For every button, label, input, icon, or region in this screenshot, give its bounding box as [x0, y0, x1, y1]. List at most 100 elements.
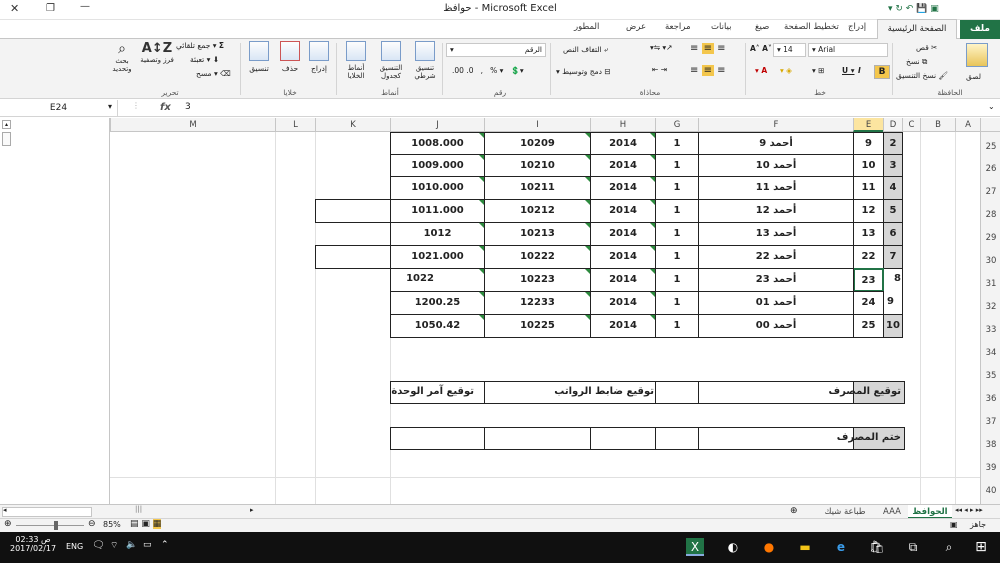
- format-as-table-button[interactable]: التنسيق كجدول: [374, 41, 408, 80]
- column-header-e[interactable]: E: [853, 118, 883, 132]
- cell-j[interactable]: 1050.42: [390, 314, 485, 338]
- italic-button[interactable]: I: [858, 66, 861, 75]
- find-select-button[interactable]: ⌕ بحث وتحديد: [106, 41, 138, 73]
- cell-g[interactable]: 1: [655, 314, 699, 338]
- cell-j[interactable]: 1021.000: [390, 245, 485, 269]
- name-box[interactable]: E24: [0, 100, 118, 117]
- zoom-in-icon[interactable]: ⊕: [4, 519, 12, 529]
- payroll-officer-signature-label[interactable]: توقيع ضابط الرواتب: [550, 381, 654, 404]
- cell-i[interactable]: 10213: [484, 222, 591, 246]
- cell-j[interactable]: 1012: [390, 222, 485, 246]
- quick-access-toolbar[interactable]: ▾ ↻ ↶ 💾 ▣: [888, 4, 939, 14]
- app-taskbar-icon[interactable]: ◐: [724, 538, 742, 556]
- zoom-out-icon[interactable]: ⊖: [88, 519, 96, 529]
- cell-j[interactable]: 1008.000: [390, 132, 485, 155]
- tab-formulas[interactable]: صيغ: [755, 22, 769, 32]
- cell-e[interactable]: 10: [853, 154, 884, 177]
- view-mode-icons[interactable]: ▤ ▣ ▦: [130, 519, 162, 529]
- cell-g[interactable]: 1: [655, 132, 699, 155]
- file-explorer-taskbar-icon[interactable]: ▬: [796, 538, 814, 556]
- cell-f[interactable]: أحمد 12: [698, 199, 854, 223]
- tab-developer[interactable]: المطور: [574, 22, 599, 32]
- row-header[interactable]: 34: [981, 348, 1000, 358]
- bank-signature-label[interactable]: توقيع المصرف: [810, 381, 903, 404]
- column-header-i[interactable]: I: [484, 118, 590, 132]
- minimize-window-icon[interactable]: —: [80, 1, 90, 12]
- insert-function-icon[interactable]: fx: [160, 102, 171, 113]
- row-header[interactable]: 32: [981, 302, 1000, 312]
- column-header-m[interactable]: M: [110, 118, 275, 132]
- row-header[interactable]: 29: [981, 233, 1000, 243]
- cell-i[interactable]: 10212: [484, 199, 591, 223]
- insert-cells-button[interactable]: إدراج: [306, 41, 332, 73]
- scroll-thumb[interactable]: [2, 132, 11, 146]
- cell-styles-button[interactable]: أنماط الخلايا: [340, 41, 372, 80]
- cell-e[interactable]: 22: [853, 245, 884, 269]
- zoom-slider[interactable]: [16, 525, 84, 526]
- cell-e[interactable]: 24: [853, 291, 884, 315]
- cell-i[interactable]: 10225: [484, 314, 591, 338]
- cell-d[interactable]: 8: [883, 268, 903, 292]
- cell-f[interactable]: أحمد 9: [698, 132, 854, 155]
- cell-d[interactable]: 2: [883, 132, 903, 155]
- cell-e[interactable]: 11: [853, 176, 884, 200]
- conditional-formatting-button[interactable]: تنسيق شرطي: [410, 41, 440, 80]
- cell-e[interactable]: 9: [853, 132, 884, 155]
- unit-commander-signature-label[interactable]: توقيع آمر الوحدة: [390, 381, 482, 404]
- row-header[interactable]: 30: [981, 256, 1000, 266]
- close-window-icon[interactable]: ✕: [10, 2, 19, 15]
- cell-e[interactable]: 25: [853, 314, 884, 338]
- row-header[interactable]: 38: [981, 440, 1000, 450]
- row-header[interactable]: 35: [981, 371, 1000, 381]
- sheet-grid[interactable]: 2 9 أحمد 9 1 2014 10209 1008.000 3 10 أح…: [110, 132, 980, 504]
- scroll-left-icon[interactable]: ◂: [3, 506, 7, 514]
- cell-i[interactable]: 12233: [484, 291, 591, 315]
- restore-window-icon[interactable]: ❐: [46, 3, 55, 14]
- cell-g[interactable]: 1: [655, 245, 699, 269]
- new-sheet-icon[interactable]: ⊕: [790, 506, 798, 516]
- cell-f[interactable]: أحمد 01: [698, 291, 854, 315]
- excel-taskbar-icon[interactable]: X: [686, 538, 704, 556]
- cell-g[interactable]: 1: [655, 154, 699, 177]
- number-format-buttons[interactable]: .00 .0 , % ▾ 💲▾: [452, 66, 524, 75]
- align-center-icons[interactable]: ≡ ≡ ≡: [690, 65, 726, 76]
- column-header-k[interactable]: K: [315, 118, 390, 132]
- row-header[interactable]: 28: [981, 210, 1000, 220]
- cell-h[interactable]: 2014: [590, 154, 656, 177]
- store-taskbar-icon[interactable]: 🛍: [868, 538, 886, 556]
- cut-button[interactable]: قص ✂: [916, 43, 937, 52]
- macro-record-icon[interactable]: ▣: [950, 520, 958, 529]
- cell-d[interactable]: 3: [883, 154, 903, 177]
- task-view-icon[interactable]: ⧉: [904, 538, 922, 556]
- column-header-h[interactable]: H: [590, 118, 655, 132]
- cell-f[interactable]: أحمد 13: [698, 222, 854, 246]
- sheet-tab-print-check[interactable]: طباعة شيك: [815, 505, 875, 519]
- cell-f[interactable]: أحمد 10: [698, 154, 854, 177]
- cell-j[interactable]: 1009.000: [390, 154, 485, 177]
- cell-d[interactable]: 9: [883, 291, 903, 315]
- row-header[interactable]: 27: [981, 187, 1000, 197]
- underline-button[interactable]: U ▾: [842, 66, 854, 75]
- sheet-tab-aaa[interactable]: AAA: [878, 505, 906, 519]
- tab-home[interactable]: الصفحة الرئيسية: [877, 19, 957, 40]
- cell-i[interactable]: 10223: [484, 268, 591, 292]
- cell-h[interactable]: 2014: [590, 268, 656, 292]
- cell-f[interactable]: أحمد 23: [698, 268, 854, 292]
- cell-j[interactable]: 1010.000: [390, 176, 485, 200]
- tab-file[interactable]: ملف: [960, 20, 1000, 39]
- align-top-icons[interactable]: ≡ ≡ ≡: [690, 43, 726, 54]
- horizontal-scrollbar[interactable]: [2, 507, 92, 517]
- cell-i[interactable]: 10209: [484, 132, 591, 155]
- wifi-icon[interactable]: ⌔: [110, 540, 118, 551]
- select-all-corner[interactable]: [980, 118, 1000, 132]
- scroll-up-icon[interactable]: ▴: [2, 120, 11, 129]
- cell-d[interactable]: 4: [883, 176, 903, 200]
- volume-icon[interactable]: 🔈: [126, 540, 137, 550]
- row-header[interactable]: 40: [981, 486, 1000, 496]
- clear-button[interactable]: مسح ▾ ⌫: [196, 69, 231, 78]
- vertical-scrollbar[interactable]: ▴: [0, 118, 110, 504]
- cell-d[interactable]: 10: [883, 314, 903, 338]
- cell-h[interactable]: 2014: [590, 245, 656, 269]
- wrap-text-button[interactable]: التفاف النص ⤶: [563, 45, 608, 55]
- row-header[interactable]: 26: [981, 164, 1000, 174]
